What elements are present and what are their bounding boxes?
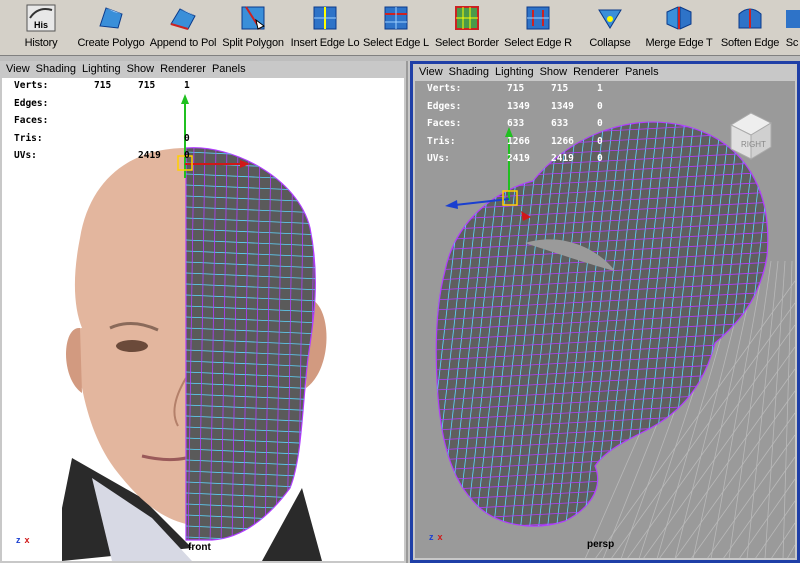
history-label: History xyxy=(24,37,58,49)
floor-grid-line xyxy=(746,260,779,558)
append-to-polygon-label: Append to Pol xyxy=(149,37,217,49)
mesh-edge xyxy=(752,122,768,527)
mesh-edge xyxy=(415,111,425,541)
mesh-head-persp xyxy=(435,121,769,527)
sculpt-label: Sc xyxy=(785,37,799,49)
select-edge-loop-button[interactable]: Select Edge L xyxy=(360,4,432,54)
split-polygon-label: Split Polygon xyxy=(222,37,284,49)
polygon-shelf: His History Create Polygo Append to Pol … xyxy=(0,0,800,56)
move-manipulator-z-tip xyxy=(445,200,458,209)
eye-left xyxy=(116,340,148,352)
select-edge-loop-label: Select Edge L xyxy=(363,37,429,49)
merge-edge-tool-label: Merge Edge T xyxy=(645,37,713,49)
persp-viewport[interactable]: RIGHT Verts: 715 715 1 Edges: 1349 1349 0 Face… xyxy=(415,81,795,558)
svg-text:RIGHT: RIGHT xyxy=(741,140,766,149)
mesh-edge xyxy=(415,101,795,121)
mesh-edge xyxy=(436,500,768,522)
floor-grid-line xyxy=(707,434,795,558)
sculpt-icon xyxy=(784,4,800,32)
front-viewport[interactable]: Verts: 715 715 1 Edges: Faces: Tris: 0 UVs: 2… xyxy=(2,78,404,561)
select-edge-loop-icon xyxy=(381,4,411,32)
move-manipulator-y-tip xyxy=(181,94,189,104)
split-polygon-icon xyxy=(238,4,268,32)
front-view-panel[interactable]: View Shading Lighting Show Renderer Panels xyxy=(0,61,408,563)
soften-edge-icon xyxy=(735,4,765,32)
select-edge-ring-icon xyxy=(523,4,553,32)
append-to-polygon-icon xyxy=(168,4,198,32)
menu-renderer[interactable]: Renderer xyxy=(573,66,619,78)
select-edge-ring-button[interactable]: Select Edge R xyxy=(502,4,574,54)
menu-show[interactable]: Show xyxy=(127,63,155,75)
insert-edge-loop-label: Insert Edge Lo xyxy=(290,37,360,49)
soften-edge-label: Soften Edge xyxy=(720,37,780,49)
floor-grid-line xyxy=(739,478,795,558)
insert-edge-loop-button[interactable]: Insert Edge Lo xyxy=(290,4,360,54)
history-button[interactable]: His History xyxy=(14,4,68,54)
create-polygon-button[interactable]: Create Polygo xyxy=(76,4,146,54)
menu-view[interactable]: View xyxy=(419,66,443,78)
persp-scene: RIGHT xyxy=(415,101,795,558)
floor-grid-line xyxy=(787,544,795,558)
front-scene xyxy=(62,94,327,561)
insert-edge-loop-icon xyxy=(310,4,340,32)
floor-grid-line xyxy=(755,500,795,558)
sculpt-button[interactable]: Sc xyxy=(784,4,800,54)
select-border-label: Select Border xyxy=(434,37,500,49)
front-axis-indicator: zx xyxy=(16,535,30,545)
select-border-button[interactable]: Select Border xyxy=(432,4,502,54)
merge-edge-tool-icon xyxy=(664,4,694,32)
split-polygon-button[interactable]: Split Polygon xyxy=(218,4,288,54)
menu-renderer[interactable]: Renderer xyxy=(160,63,206,75)
menu-view[interactable]: View xyxy=(6,63,30,75)
menu-shading[interactable]: Shading xyxy=(449,66,489,78)
ear-left xyxy=(66,327,82,393)
front-view-label: front xyxy=(188,542,211,553)
view-cube: RIGHT xyxy=(729,112,773,160)
persp-axis-indicator: zx xyxy=(429,532,443,542)
menu-show[interactable]: Show xyxy=(540,66,568,78)
floor-grid-line xyxy=(675,390,795,558)
append-to-polygon-button[interactable]: Append to Pol xyxy=(148,4,218,54)
collapse-label: Collapse xyxy=(589,37,631,49)
soften-edge-button[interactable]: Soften Edge xyxy=(716,4,784,54)
collapse-button[interactable]: Collapse xyxy=(580,4,640,54)
svg-text:His: His xyxy=(34,20,48,30)
front-panel-menubar: View Shading Lighting Show Renderer Panels xyxy=(0,61,406,78)
menu-lighting[interactable]: Lighting xyxy=(495,66,534,78)
floor-grid-line xyxy=(782,260,793,558)
menu-panels[interactable]: Panels xyxy=(212,63,246,75)
create-polygon-label: Create Polygo xyxy=(77,37,145,49)
mesh-edge xyxy=(415,111,434,541)
persp-view-label: persp xyxy=(587,539,615,550)
persp-panel-menubar: View Shading Lighting Show Renderer Panels xyxy=(413,64,797,81)
menu-shading[interactable]: Shading xyxy=(36,63,76,75)
merge-edge-tool-button[interactable]: Merge Edge T xyxy=(644,4,714,54)
persp-view-panel[interactable]: View Shading Lighting Show Renderer Panels RI xyxy=(410,61,800,563)
create-polygon-icon xyxy=(96,4,126,32)
history-icon: His xyxy=(26,4,56,32)
collapse-icon xyxy=(595,4,625,32)
select-edge-ring-label: Select Edge R xyxy=(504,37,572,49)
menu-lighting[interactable]: Lighting xyxy=(82,63,121,75)
select-border-icon xyxy=(452,4,482,32)
menu-panels[interactable]: Panels xyxy=(625,66,659,78)
